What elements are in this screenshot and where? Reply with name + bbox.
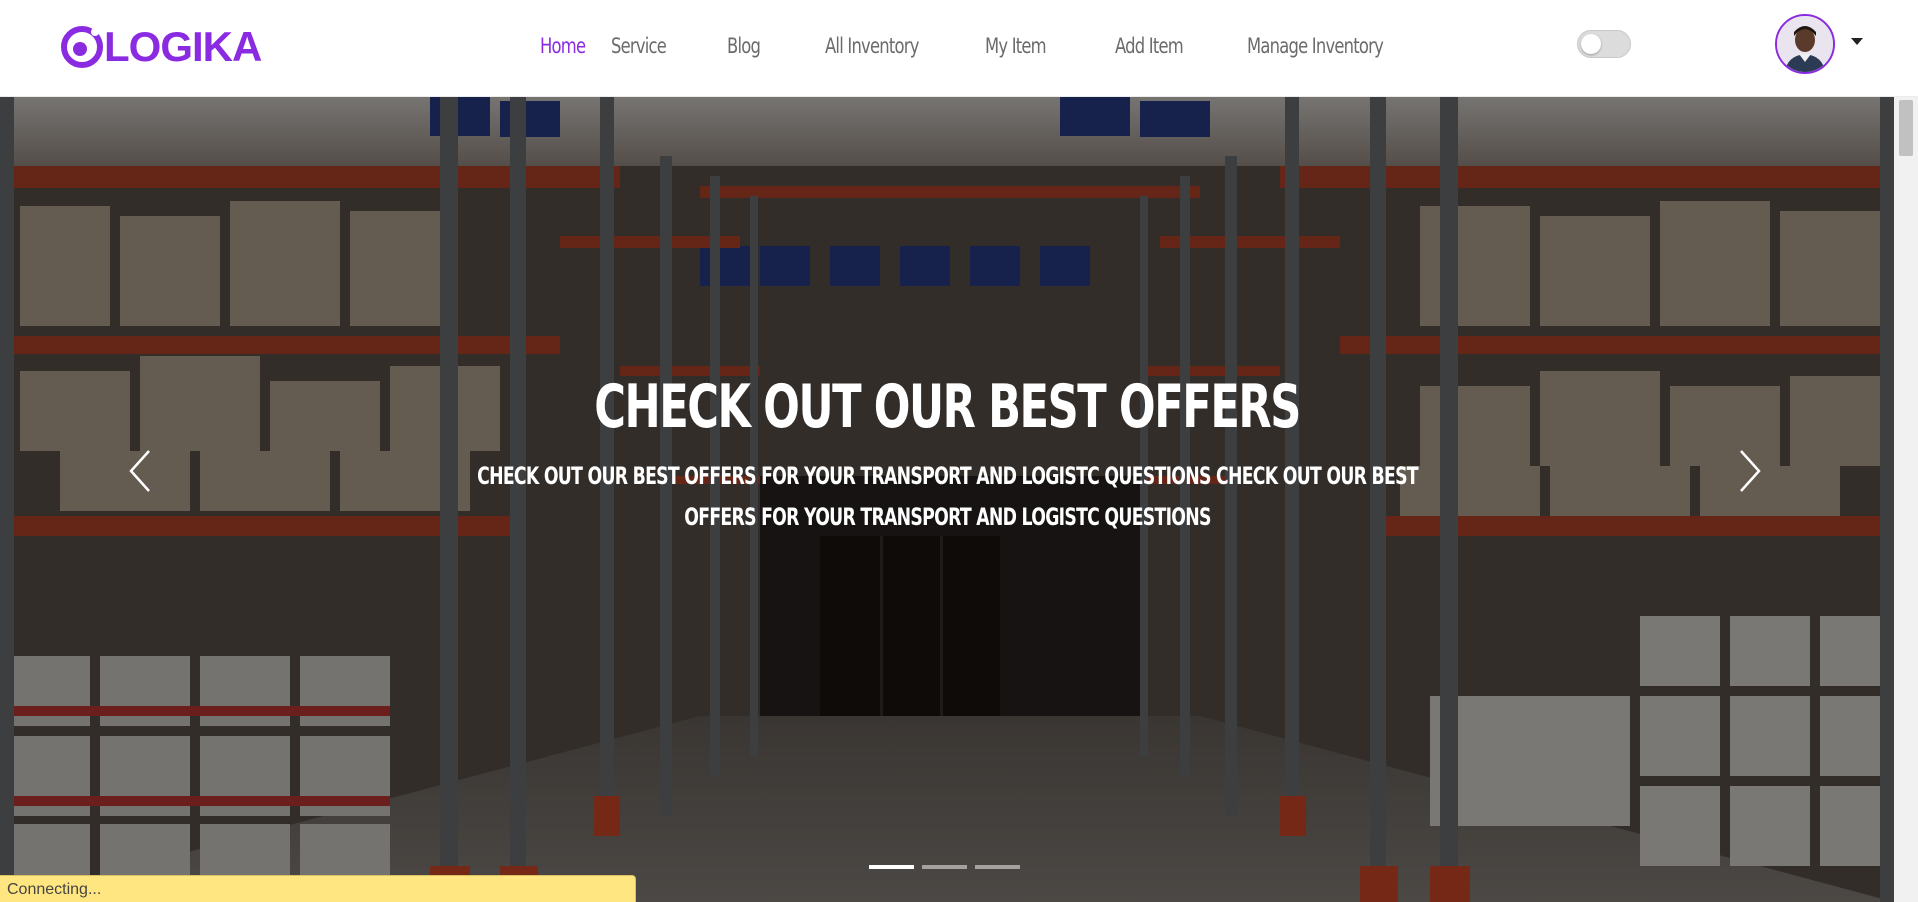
scrollbar-thumb[interactable] — [1899, 100, 1913, 156]
nav-my-item[interactable]: My Item — [985, 34, 1049, 58]
brand-logo[interactable]: LOGIKA — [60, 22, 262, 72]
hero-carousel: CHECK OUT OUR BEST OFFERS CHECK OUT OUR … — [0, 96, 1894, 902]
nav-all-inventory[interactable]: All Inventory — [825, 34, 920, 58]
nav-manage-inventory[interactable]: Manage Inventory — [1247, 34, 1387, 58]
brand-name: LOGIKA — [104, 23, 262, 70]
hero-title: CHECK OUT OUR BEST OFFERS — [0, 372, 1894, 442]
user-menu-caret-icon[interactable] — [1851, 38, 1863, 45]
navbar: LOGIKA Home Service Blog All Inventory M… — [0, 0, 1918, 97]
hero-subtitle-text: CHECK OUT OUR BEST OFFERS FOR YOUR TRANS… — [477, 462, 1418, 531]
carousel-indicator-1[interactable] — [869, 865, 914, 869]
page-scrollbar[interactable] — [1894, 96, 1918, 902]
carousel-next-button[interactable] — [1725, 426, 1775, 516]
carousel-indicator-2[interactable] — [922, 865, 967, 869]
nav-blog[interactable]: Blog — [727, 34, 775, 58]
avatar-photo-icon — [1777, 16, 1833, 72]
carousel-prev-button[interactable] — [115, 426, 165, 516]
nav-service[interactable]: Service — [611, 34, 673, 58]
user-avatar[interactable] — [1775, 14, 1835, 74]
hero-title-text: CHECK OUT OUR BEST OFFERS — [594, 372, 1301, 442]
chevron-right-icon — [1740, 450, 1761, 492]
logo-mark-icon — [61, 26, 103, 68]
nav-home[interactable]: Home — [540, 34, 595, 58]
toggle-knob — [1581, 34, 1601, 54]
theme-toggle[interactable] — [1577, 30, 1631, 58]
main-nav: Home Service Blog All Inventory My Item … — [540, 26, 1427, 66]
carousel-indicator-3[interactable] — [975, 865, 1020, 869]
chevron-left-icon — [129, 450, 150, 492]
carousel-indicators — [869, 865, 1020, 869]
status-message: Connecting... — [0, 875, 636, 902]
hero-subtitle: CHECK OUT OUR BEST OFFERS FOR YOUR TRANS… — [470, 456, 1425, 538]
nav-add-item[interactable]: Add Item — [1115, 34, 1185, 58]
